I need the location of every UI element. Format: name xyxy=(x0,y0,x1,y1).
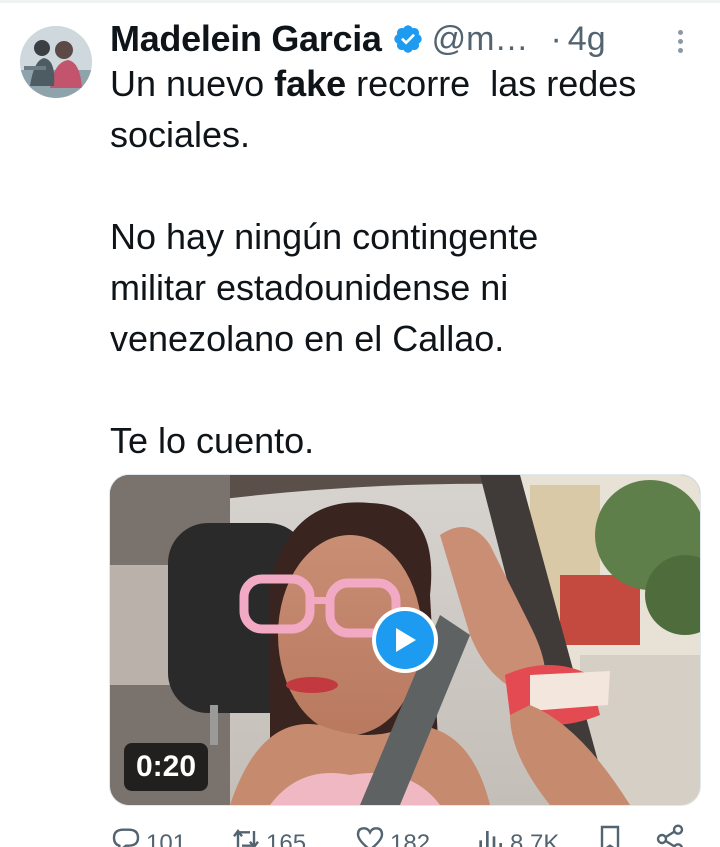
tweet-text-line5: venezolano en el Callao. xyxy=(110,318,505,359)
share-icon xyxy=(656,824,684,847)
more-options-icon[interactable] xyxy=(678,30,686,56)
views-count: 8,7K xyxy=(510,830,560,847)
top-divider xyxy=(0,0,720,3)
retweet-icon xyxy=(233,829,259,847)
reply-button[interactable]: 101 xyxy=(110,822,186,847)
like-count: 182 xyxy=(390,830,431,847)
tweet-text-line3: No hay ningún contingente xyxy=(110,216,539,257)
avatar-image xyxy=(20,26,92,98)
author-handle[interactable]: @m… xyxy=(432,20,529,59)
tweet-text-line2: sociales. xyxy=(110,114,251,155)
play-icon xyxy=(376,611,434,669)
play-button[interactable] xyxy=(372,607,438,673)
tweet-text-line4: militar estadounidense ni xyxy=(110,267,509,308)
views-icon xyxy=(479,831,502,847)
tweet-text-line6: Te lo cuento. xyxy=(110,420,315,461)
tweet-text-line1-post: recorre las redes xyxy=(346,63,637,104)
like-icon xyxy=(356,827,384,847)
verified-badge-icon xyxy=(393,25,422,53)
views-button[interactable]: 8,7K xyxy=(474,822,559,847)
retweet-button[interactable]: 165 xyxy=(230,822,306,847)
retweet-count: 165 xyxy=(266,830,307,847)
reply-icon xyxy=(112,828,140,847)
share-button[interactable] xyxy=(654,822,686,847)
header-separator: · xyxy=(550,19,562,58)
tweet-text-bold-word: fake xyxy=(274,63,347,104)
author-name[interactable]: Madelein Garcia xyxy=(110,18,382,60)
tweet-text: Un nuevo fake recorre las redes sociales… xyxy=(110,58,710,466)
tweet-header: Madelein Garcia @m… · 4g xyxy=(110,14,710,64)
video-duration-badge: 0:20 xyxy=(124,743,209,791)
tweet-timestamp[interactable]: 4g xyxy=(568,20,606,59)
bookmark-button[interactable] xyxy=(594,822,626,847)
tweet-actions-bar: 101 165 182 8,7K xyxy=(0,822,720,847)
avatar[interactable] xyxy=(20,26,92,98)
tweet-text-line1-pre: Un nuevo xyxy=(110,63,275,104)
bookmark-icon xyxy=(600,825,620,847)
like-button[interactable]: 182 xyxy=(354,822,430,847)
reply-count: 101 xyxy=(146,830,187,847)
